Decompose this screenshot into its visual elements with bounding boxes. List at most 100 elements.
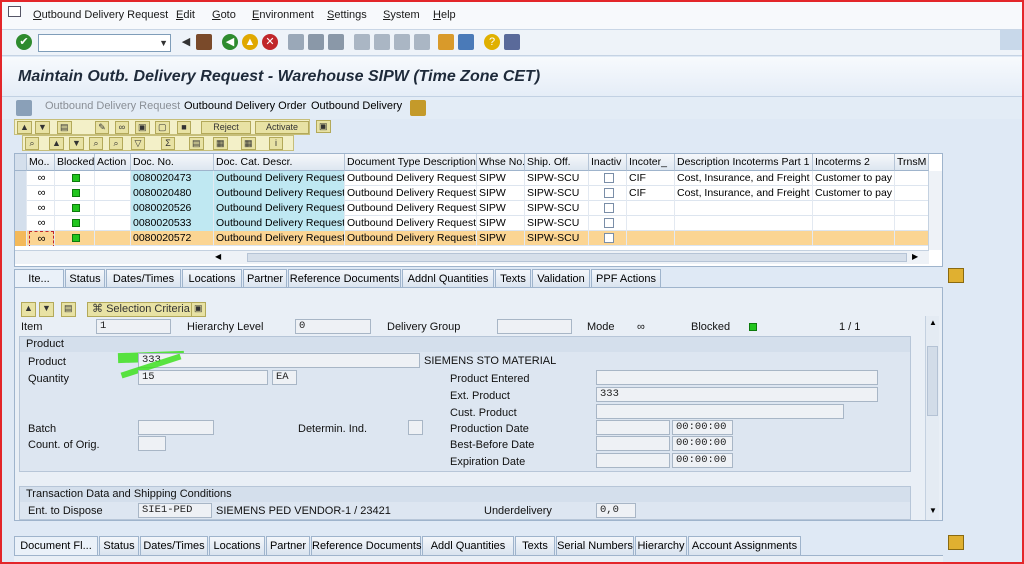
next-page-icon[interactable] (394, 34, 410, 50)
inactive-checkbox[interactable] (589, 216, 627, 231)
grid-vertical-scrollbar[interactable] (928, 171, 942, 250)
reject-button[interactable]: Reject (201, 121, 251, 134)
sort-ascending-icon[interactable]: ▲ (49, 137, 64, 150)
col-header-ship-off[interactable]: Ship. Off. (525, 154, 589, 171)
mode-glasses-icon[interactable]: ∞ (27, 231, 55, 246)
sort-descending-icon[interactable]: ▼ (69, 137, 84, 150)
mode-glasses-icon[interactable]: ∞ (27, 186, 55, 201)
row-selector-header[interactable] (15, 154, 27, 171)
cust-product-field[interactable] (596, 404, 844, 419)
activate-button[interactable]: Activate (255, 121, 309, 134)
col-header-doc-type[interactable]: Document Type Description (345, 154, 477, 171)
tab-reference-documents[interactable]: Reference Documents (311, 536, 421, 555)
tab-addl-quantities[interactable]: Addl Quantities (422, 536, 514, 555)
customize-layout-icon[interactable] (504, 34, 520, 50)
print-icon[interactable] (288, 34, 304, 50)
menu-settings[interactable]: Settings (327, 9, 367, 21)
window-control[interactable] (1000, 30, 1024, 50)
chevron-down-icon[interactable]: ▼ (159, 38, 168, 48)
cancel-icon[interactable]: ✕ (262, 34, 278, 50)
lock-icon[interactable]: ▣ (135, 121, 150, 134)
save-grid-icon[interactable]: ■ (177, 121, 191, 134)
find-icon[interactable] (308, 34, 324, 50)
tab-locations[interactable]: Locations (209, 536, 265, 555)
menu-edit[interactable]: Edit (176, 9, 195, 21)
col-header-inactive[interactable]: Inactiv (589, 154, 627, 171)
item-field[interactable]: 1 (96, 319, 171, 334)
back-icon[interactable]: ◀ (222, 34, 238, 50)
other-document-icon[interactable] (16, 100, 32, 116)
detail-scroll-thumb[interactable] (927, 346, 938, 416)
enter-check-icon[interactable]: ✔ (16, 34, 32, 50)
nav-outbound-delivery-order[interactable]: Outbound Delivery Order (184, 100, 306, 112)
row-selector[interactable] (15, 231, 27, 246)
collapse-icon[interactable]: ◀ (178, 34, 194, 50)
tab-list-icon[interactable] (948, 268, 964, 283)
tab-texts[interactable]: Texts (495, 269, 531, 288)
batch-field[interactable] (138, 420, 214, 435)
tab-serial-numbers[interactable]: Serial Numbers (556, 536, 634, 555)
scroll-thumb[interactable] (247, 253, 907, 262)
edit-pencil-icon[interactable]: ✎ (95, 121, 109, 134)
selection-criteria-button[interactable]: ⌘ Selection Criteria (87, 302, 195, 317)
previous-page-icon[interactable] (374, 34, 390, 50)
row-selector[interactable] (15, 216, 27, 231)
tab-account-assignments[interactable]: Account Assignments (688, 536, 801, 555)
col-header-trnsm[interactable]: TrnsM (895, 154, 929, 171)
col-header-action[interactable]: Action (95, 154, 131, 171)
tab-ppf-actions[interactable]: PPF Actions (591, 269, 661, 288)
print-grid-icon[interactable]: ▤ (189, 137, 204, 150)
menu-environment[interactable]: Environment (252, 9, 314, 21)
table-row[interactable]: ∞ 0080020533 Outbound Delivery Request Outb… (15, 216, 929, 231)
row-selector[interactable] (15, 171, 27, 186)
find-grid-icon[interactable]: ⌕ (89, 137, 103, 150)
menu-help[interactable]: Help (433, 9, 456, 21)
col-header-incoterms[interactable]: Incoter_ (627, 154, 675, 171)
window-menu-icon[interactable] (8, 6, 21, 17)
col-header-whse[interactable]: Whse No. (477, 154, 525, 171)
tab-document-fl[interactable]: Document Fl... (14, 536, 98, 555)
next-item-icon[interactable]: ▼ (39, 302, 54, 317)
tab-locations[interactable]: Locations (182, 269, 242, 288)
delivery-group-field[interactable] (497, 319, 572, 334)
col-header-doc-no[interactable]: Doc. No. (131, 154, 214, 171)
filter-icon[interactable]: ▽ (131, 137, 145, 150)
find-next-grid-icon[interactable]: ⌕ (109, 137, 123, 150)
mode-glasses-icon[interactable]: ∞ (27, 201, 55, 216)
menu-outbound-delivery-request[interactable]: Outbound Delivery Request (33, 9, 168, 21)
total-icon[interactable]: Σ (161, 137, 175, 150)
layout-icon[interactable]: ▦ (241, 137, 256, 150)
help-icon[interactable]: ? (484, 34, 500, 50)
table-row[interactable]: ∞ 0080020473 Outbound Delivery Request Outb… (15, 171, 929, 186)
tab-ite[interactable]: Ite... (14, 269, 64, 288)
export-icon[interactable]: ▦ (213, 137, 228, 150)
table-settings-icon[interactable]: ▤ (57, 121, 72, 134)
tab-partner[interactable]: Partner (243, 269, 287, 288)
expiration-time-field[interactable]: 00:00:00 (672, 453, 733, 468)
exit-icon[interactable]: ▲ (242, 34, 258, 50)
best-before-date-field[interactable] (596, 436, 670, 451)
find-next-icon[interactable] (328, 34, 344, 50)
last-page-icon[interactable] (414, 34, 430, 50)
tab-hierarchy[interactable]: Hierarchy (635, 536, 687, 555)
tab-status[interactable]: Status (99, 536, 139, 555)
tab-addnl-quantities[interactable]: Addnl Quantities (402, 269, 494, 288)
new-session-icon[interactable] (438, 34, 454, 50)
col-header-mode[interactable]: Mo.. (27, 154, 55, 171)
first-page-icon[interactable] (354, 34, 370, 50)
details-icon[interactable]: ⌕ (25, 137, 39, 150)
tab-dates-times[interactable]: Dates/Times (140, 536, 208, 555)
production-time-field[interactable]: 00:00:00 (672, 420, 733, 435)
ent-to-dispose-field[interactable]: SIE1-PED (138, 503, 212, 518)
tab-status[interactable]: Status (65, 269, 105, 288)
inactive-checkbox[interactable] (589, 201, 627, 216)
scroll-down-icon[interactable]: ▼ (35, 121, 50, 134)
tab-validation[interactable]: Validation (532, 269, 590, 288)
scroll-up-arrow-icon[interactable]: ▲ (929, 318, 937, 327)
col-header-doc-cat[interactable]: Doc. Cat. Descr. (214, 154, 345, 171)
tab-reference-documents[interactable]: Reference Documents (288, 269, 401, 288)
unlock-icon[interactable]: ▢ (155, 121, 170, 134)
command-field[interactable]: ▼ (38, 34, 171, 52)
bottom-tab-list-icon[interactable] (948, 535, 964, 550)
tab-texts[interactable]: Texts (515, 536, 555, 555)
